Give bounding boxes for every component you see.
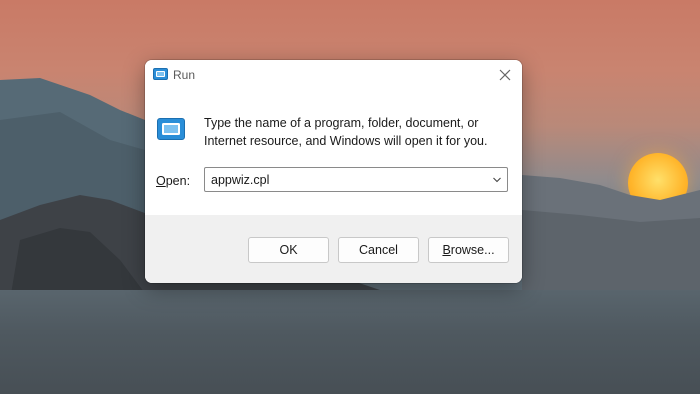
open-combobox[interactable]: appwiz.cpl bbox=[204, 167, 508, 192]
description-line-2: Internet resource, and Windows will open… bbox=[204, 134, 488, 148]
cancel-button[interactable]: Cancel bbox=[338, 237, 419, 263]
close-button[interactable] bbox=[488, 60, 522, 90]
open-label: Open: bbox=[156, 174, 190, 188]
description-text: Type the name of a program, folder, docu… bbox=[204, 114, 509, 150]
browse-button[interactable]: Browse... bbox=[428, 237, 509, 263]
window-title: Run bbox=[173, 68, 196, 82]
close-icon bbox=[499, 69, 511, 81]
browse-label: rowse... bbox=[450, 243, 495, 257]
chevron-down-icon[interactable] bbox=[492, 175, 502, 185]
description-line-1: Type the name of a program, folder, docu… bbox=[204, 116, 479, 130]
run-icon bbox=[157, 118, 185, 140]
open-label-accelerator: O bbox=[156, 174, 166, 188]
browse-accelerator: B bbox=[442, 243, 451, 257]
title-bar[interactable]: Run bbox=[145, 60, 522, 90]
ground bbox=[0, 290, 700, 394]
ok-button[interactable]: OK bbox=[248, 237, 329, 263]
button-bar: OK Cancel Browse... bbox=[145, 215, 522, 283]
open-input-value[interactable]: appwiz.cpl bbox=[211, 173, 269, 187]
run-dialog: Run Type the name of a program, folder, … bbox=[145, 60, 522, 283]
open-label-text: pen: bbox=[165, 174, 191, 188]
run-icon bbox=[153, 68, 168, 80]
dialog-content: Type the name of a program, folder, docu… bbox=[145, 90, 522, 215]
